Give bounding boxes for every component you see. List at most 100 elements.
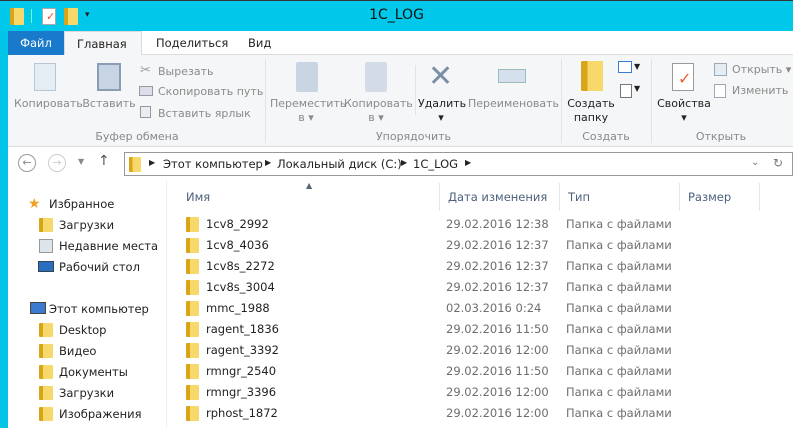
back-button[interactable]: ← — [18, 154, 36, 172]
up-button[interactable]: ↑ — [98, 153, 110, 169]
file-type: Папка с файлами — [566, 238, 672, 252]
folder-icon — [186, 217, 199, 232]
star-icon: ★ — [28, 196, 41, 212]
tab-home[interactable]: Главная — [64, 31, 142, 56]
breadcrumb-1c-log[interactable]: 1C_LOG — [413, 157, 458, 171]
new-folder-label: Создать — [567, 97, 615, 110]
file-row[interactable]: 1cv8s_2272 29.02.2016 12:37 Папка с файл… — [186, 256, 786, 277]
sidebar-item-downloads-pc[interactable]: Загрузки — [59, 386, 114, 400]
sidebar-item-documents[interactable]: Документы — [59, 365, 128, 379]
refresh-icon[interactable]: ↻ — [773, 156, 783, 170]
file-name: 1cv8_4036 — [206, 238, 269, 252]
breadcrumb-this-pc[interactable]: Этот компьютер — [163, 157, 263, 171]
breadcrumb-arrow-icon[interactable]: ▶ — [149, 158, 155, 167]
downloads-folder-icon — [39, 386, 53, 400]
properties-label: Свойства — [657, 97, 711, 110]
sidebar-item-video[interactable]: Видео — [59, 344, 96, 358]
file-name: 1cv8_2992 — [206, 217, 269, 231]
properties-button[interactable]: Свойства ▾ — [656, 97, 712, 125]
copy-button[interactable]: Копировать — [14, 97, 83, 111]
divider — [415, 65, 416, 115]
tab-share[interactable]: Поделиться — [144, 31, 240, 55]
recent-locations-button[interactable]: ▼ — [78, 157, 84, 166]
address-bar[interactable]: ▶ Этот компьютер ▶ Локальный диск (C:) ▶… — [124, 152, 793, 176]
file-type: Папка с файлами — [566, 406, 672, 420]
file-row[interactable]: 1cv8s_3004 29.02.2016 12:37 Папка с файл… — [186, 277, 786, 298]
column-header-name[interactable]: Имя — [178, 183, 440, 211]
breadcrumb-arrow-icon[interactable]: ▶ — [401, 158, 407, 167]
file-row[interactable]: rmngr_3396 29.02.2016 12:00 Папка с файл… — [186, 382, 786, 403]
address-dropdown-icon[interactable]: ⌄ — [751, 157, 759, 168]
file-row[interactable]: rmngr_2540 29.02.2016 11:50 Папка с файл… — [186, 361, 786, 382]
file-row[interactable]: rphost_1872 29.02.2016 12:00 Папка с фай… — [186, 403, 786, 424]
move-to-sub: в — [298, 111, 305, 124]
edit-button[interactable]: Изменить — [732, 84, 788, 98]
recent-places-icon — [39, 239, 53, 253]
rename-button[interactable]: Переименовать — [468, 97, 559, 111]
folder-icon — [186, 406, 199, 421]
copy-to-button[interactable]: Копировать в ▾ — [344, 97, 413, 125]
file-name: rmngr_2540 — [206, 364, 277, 378]
file-type: Папка с файлами — [566, 385, 672, 399]
group-label-clipboard: Буфер обмена — [95, 130, 179, 143]
title-bar: ✓ ▾ 1C_LOG — [0, 0, 793, 31]
folder-icon — [186, 280, 199, 295]
breadcrumb-arrow-icon[interactable]: ▶ — [265, 158, 271, 167]
sidebar-item-downloads[interactable]: Загрузки — [59, 218, 114, 232]
delete-button[interactable]: Удалить ▾ — [418, 97, 467, 125]
column-header-date[interactable]: Дата изменения — [440, 183, 560, 211]
new-folder-icon — [581, 61, 603, 91]
file-row[interactable]: mmc_1988 02.03.2016 0:24 Папка с файлами — [186, 298, 786, 319]
file-type: Папка с файлами — [566, 217, 672, 231]
folder-icon — [186, 364, 199, 379]
sidebar-this-pc[interactable]: Этот компьютер — [49, 302, 149, 316]
file-row[interactable]: 1cv8_4036 29.02.2016 12:37 Папка с файла… — [186, 235, 786, 256]
paste-shortcut-button[interactable]: Вставить ярлык — [158, 107, 251, 121]
rename-icon — [498, 69, 526, 83]
file-date: 29.02.2016 12:00 — [446, 406, 549, 420]
new-folder-label-2: папку — [573, 111, 609, 124]
easy-access-icon[interactable] — [620, 84, 632, 98]
sidebar-favorites[interactable]: Избранное — [49, 197, 114, 211]
video-folder-icon — [39, 344, 53, 358]
column-header-size[interactable]: Размер — [680, 183, 760, 211]
group-label-organize: Упорядочить — [375, 130, 452, 143]
downloads-icon — [39, 218, 53, 232]
forward-button[interactable]: → — [48, 154, 66, 172]
cut-button[interactable]: Вырезать — [158, 65, 213, 79]
file-name: 1cv8s_2272 — [206, 259, 275, 273]
file-name: rmngr_3396 — [206, 385, 277, 399]
copy-to-icon — [365, 62, 387, 92]
file-row[interactable]: ragent_1836 29.02.2016 11:50 Папка с фай… — [186, 319, 786, 340]
computer-icon — [30, 302, 46, 314]
new-folder-button[interactable]: Создать папку — [566, 97, 616, 125]
file-date: 29.02.2016 12:37 — [446, 238, 549, 252]
shortcut-icon — [140, 106, 151, 118]
file-type: Папка с файлами — [566, 364, 672, 378]
tab-file[interactable]: Файл — [8, 31, 64, 55]
file-row[interactable]: 1cv8_2992 29.02.2016 12:38 Папка с файла… — [186, 214, 786, 235]
file-row[interactable]: ragent_3392 29.02.2016 12:00 Папка с фай… — [186, 340, 786, 361]
sidebar-item-pictures[interactable]: Изображения — [59, 407, 142, 421]
column-header-type[interactable]: Тип — [560, 183, 680, 211]
file-date: 29.02.2016 11:50 — [446, 322, 549, 336]
sidebar-item-desktop[interactable]: Рабочий стол — [59, 260, 140, 274]
sidebar-item-desktop-en[interactable]: Desktop — [59, 323, 106, 337]
copy-to-sub: в — [368, 111, 375, 124]
move-to-button[interactable]: Переместить в ▾ — [270, 97, 346, 125]
group-label-new: Создать — [582, 130, 630, 143]
new-item-icon[interactable] — [618, 61, 632, 73]
copy-path-button[interactable]: Скопировать путь — [158, 85, 263, 99]
copy-icon — [34, 63, 56, 91]
tab-view[interactable]: Вид — [236, 31, 283, 55]
file-name: 1cv8s_3004 — [206, 280, 275, 294]
breadcrumb-local-disk[interactable]: Локальный диск (C:) — [277, 157, 402, 171]
paste-button[interactable]: Вставить — [82, 97, 136, 111]
copy-to-label: Копировать — [344, 97, 413, 110]
chevron-down-icon[interactable]: ▼ — [634, 84, 640, 93]
sidebar-item-recent[interactable]: Недавние места — [59, 239, 158, 253]
breadcrumb-arrow-icon[interactable]: ▶ — [465, 158, 471, 167]
open-button[interactable]: Открыть ▾ — [732, 63, 791, 77]
delete-label: Удалить — [418, 97, 467, 110]
chevron-down-icon[interactable]: ▼ — [634, 62, 640, 71]
